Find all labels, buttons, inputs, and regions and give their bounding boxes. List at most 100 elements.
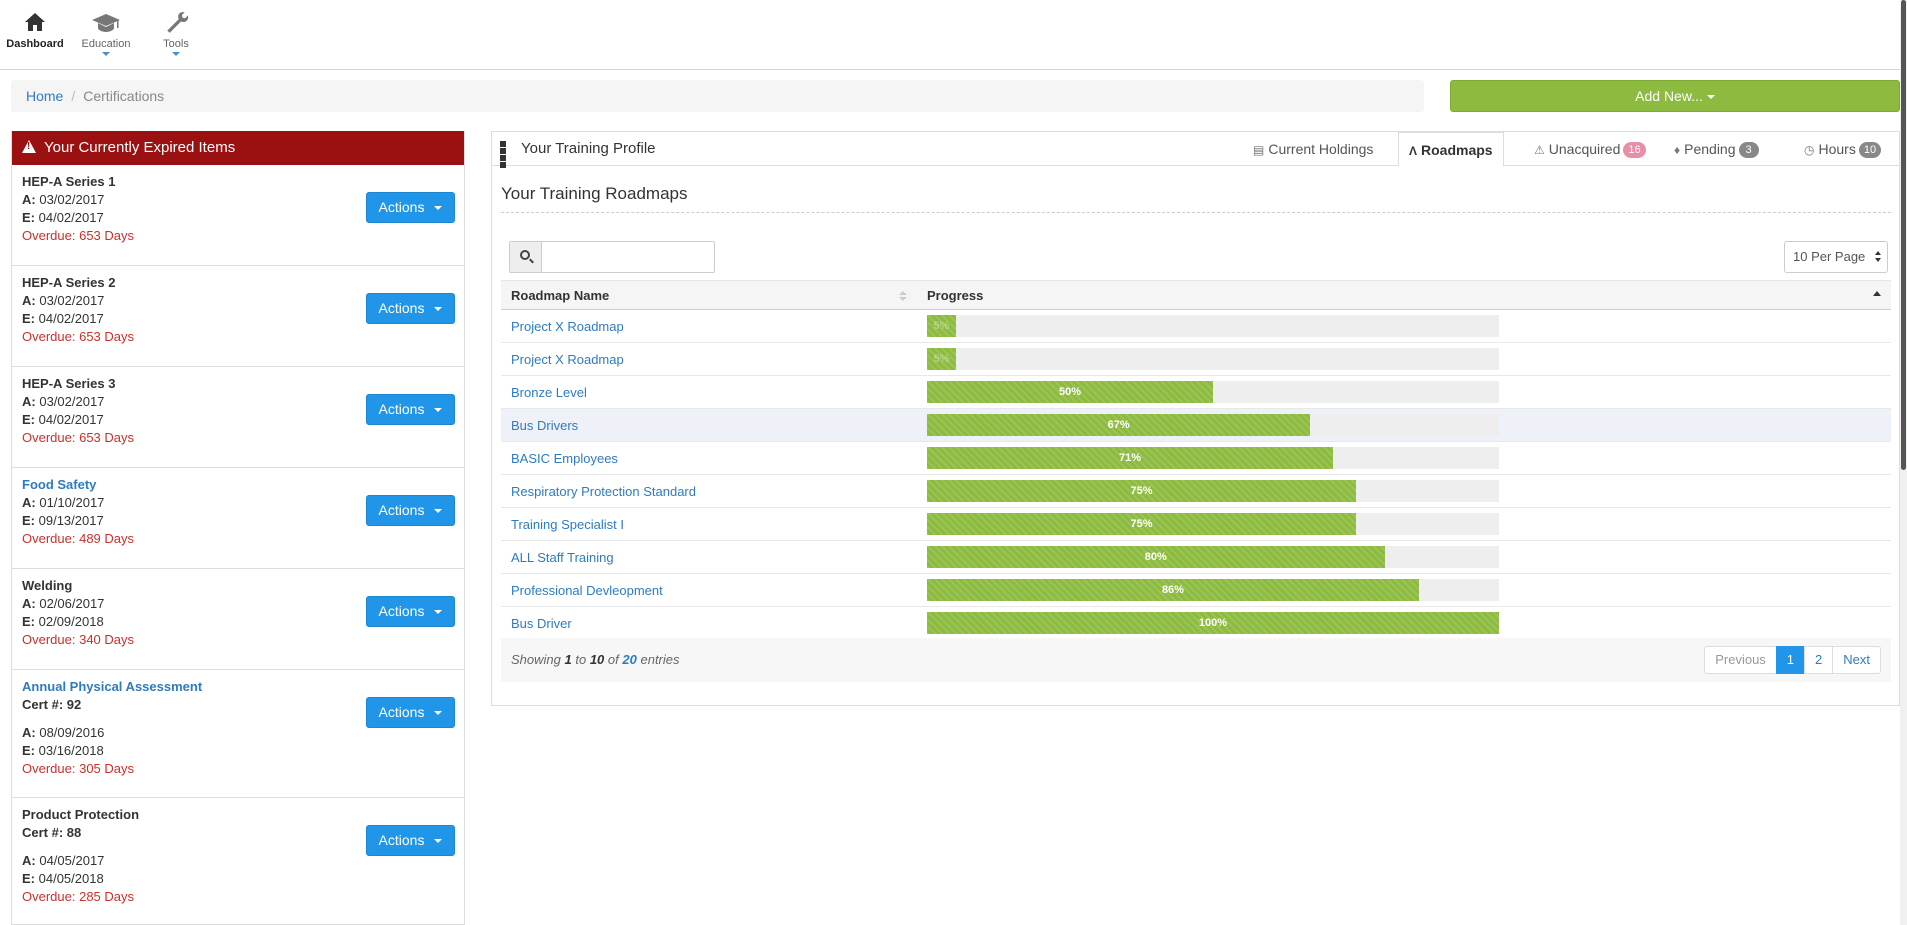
- table-row: Bronze Level 50%: [501, 375, 1891, 409]
- overdue-text: Overdue: 489 Days: [22, 531, 135, 546]
- table-row: Respiratory Protection Standard 75%: [501, 474, 1891, 508]
- overdue-text: Overdue: 653 Days: [22, 329, 135, 344]
- expires-date: 04/02/2017: [38, 311, 104, 326]
- roadmap-link[interactable]: Professional Devleopment: [511, 583, 663, 598]
- actions-button[interactable]: Actions: [366, 697, 455, 728]
- roadmap-link[interactable]: Project X Roadmap: [511, 352, 624, 367]
- roadmap-link[interactable]: Bus Drivers: [511, 418, 578, 433]
- acquired-label: A:: [22, 394, 36, 409]
- expired-item: HEP-A Series 1 A: 03/02/2017 E: 04/02/20…: [12, 165, 464, 266]
- column-header-progress[interactable]: Progress: [917, 280, 1891, 310]
- search-box: [509, 241, 715, 273]
- table-row: Bus Driver 100%: [501, 606, 1891, 640]
- expires-label: E:: [22, 210, 35, 225]
- progress-bar-fill: 80%: [927, 546, 1385, 568]
- actions-label: Actions: [378, 832, 425, 848]
- caret-down-icon: [434, 307, 443, 312]
- breadcrumb-separator: /: [71, 88, 76, 104]
- acquired-label: A:: [22, 725, 36, 740]
- roadmaps-subtitle: Your Training Roadmaps: [501, 184, 688, 203]
- table-row: ALL Staff Training 80%: [501, 540, 1891, 574]
- progress-bar-fill: 75%: [927, 513, 1356, 535]
- actions-label: Actions: [378, 704, 425, 720]
- chevron-down-icon: [102, 52, 110, 56]
- page-scrollbar[interactable]: [1900, 0, 1907, 925]
- caret-down-icon: [434, 509, 443, 514]
- roadmap-link[interactable]: Project X Roadmap: [511, 319, 624, 334]
- expired-item: Annual Physical Assessment Cert #: 92 A:…: [12, 670, 464, 798]
- breadcrumb-home-link[interactable]: Home: [26, 88, 63, 104]
- acquired-date: 04/05/2017: [39, 853, 105, 868]
- progress-bar: 75%: [927, 513, 1499, 535]
- roadmap-link[interactable]: Respiratory Protection Standard: [511, 484, 696, 499]
- column-header-roadmap-name[interactable]: Roadmap Name: [501, 280, 917, 310]
- acquired-label: A:: [22, 495, 36, 510]
- nav-education[interactable]: Education: [71, 8, 141, 56]
- acquired-label: A:: [22, 596, 36, 611]
- select-arrows-icon: [1875, 251, 1881, 265]
- progress-bar-fill: 71%: [927, 447, 1334, 469]
- per-page-select[interactable]: 10 Per Page: [1784, 241, 1888, 273]
- progress-cell: 80%: [917, 540, 1891, 574]
- expired-item-title-link[interactable]: Annual Physical Assessment: [22, 678, 454, 696]
- progress-cell: 86%: [917, 573, 1891, 607]
- actions-button[interactable]: Actions: [366, 192, 455, 223]
- tab-hours[interactable]: ◷ Hours 10: [1794, 132, 1891, 166]
- progress-bar-fill: 5%: [927, 315, 956, 337]
- overdue-text: Overdue: 305 Days: [22, 761, 135, 776]
- scrollbar-thumb[interactable]: [1901, 0, 1906, 470]
- sort-asc-icon: [1873, 291, 1881, 298]
- nav-dashboard[interactable]: Dashboard: [0, 8, 70, 50]
- pagination-page-1[interactable]: 1: [1775, 646, 1806, 674]
- roadmap-name-cell: BASIC Employees: [501, 441, 917, 475]
- table-row: Project X Roadmap 5%: [501, 342, 1891, 376]
- briefcase-icon: ▤: [1253, 143, 1265, 157]
- hours-count-badge: 10: [1858, 142, 1882, 158]
- roadmap-link[interactable]: Training Specialist I: [511, 517, 624, 532]
- expires-date: 09/13/2017: [38, 513, 104, 528]
- expired-items-panel: Your Currently Expired Items HEP-A Serie…: [11, 131, 465, 925]
- tab-pending[interactable]: ♦ Pending 3: [1664, 132, 1769, 166]
- table-row: Professional Devleopment 86%: [501, 573, 1891, 607]
- acquired-date: 08/09/2016: [39, 725, 105, 740]
- roadmap-link[interactable]: BASIC Employees: [511, 451, 618, 466]
- actions-button[interactable]: Actions: [366, 394, 455, 425]
- expires-label: E:: [22, 871, 35, 886]
- tab-roadmaps[interactable]: Λ Roadmaps: [1398, 132, 1504, 167]
- pagination: Previous 1 2 Next: [1704, 646, 1881, 674]
- expires-label: E:: [22, 614, 35, 629]
- tab-unacquired[interactable]: ⚠ Unacquired 16: [1524, 132, 1656, 166]
- roadmap-link[interactable]: Bronze Level: [511, 385, 587, 400]
- expired-item-title: HEP-A Series 1: [22, 174, 116, 189]
- home-icon: [25, 13, 45, 31]
- actions-label: Actions: [378, 603, 425, 619]
- actions-button[interactable]: Actions: [366, 495, 455, 526]
- expired-item-title-link[interactable]: Food Safety: [22, 476, 454, 494]
- warning-icon: [22, 140, 36, 153]
- grid-icon: [500, 141, 513, 168]
- roadmap-link[interactable]: Bus Driver: [511, 616, 572, 631]
- actions-button[interactable]: Actions: [366, 825, 455, 856]
- pagination-page-2[interactable]: 2: [1804, 646, 1834, 674]
- tab-current-holdings[interactable]: ▤ Current Holdings: [1243, 132, 1383, 166]
- add-new-button[interactable]: Add New...: [1450, 80, 1900, 112]
- pagination-previous[interactable]: Previous: [1704, 646, 1777, 674]
- search-input[interactable]: [543, 242, 713, 272]
- progress-bar: 71%: [927, 447, 1499, 469]
- expires-label: E:: [22, 513, 35, 528]
- pagination-next[interactable]: Next: [1832, 646, 1881, 674]
- acquired-date: 03/02/2017: [39, 394, 105, 409]
- warning-icon: ⚠: [1534, 143, 1545, 157]
- actions-button[interactable]: Actions: [366, 293, 455, 324]
- table-row: Training Specialist I 75%: [501, 507, 1891, 541]
- roadmap-link[interactable]: ALL Staff Training: [511, 550, 614, 565]
- acquired-date: 03/02/2017: [39, 192, 105, 207]
- actions-button[interactable]: Actions: [366, 596, 455, 627]
- progress-bar-fill: 75%: [927, 480, 1356, 502]
- expired-item: HEP-A Series 3 A: 03/02/2017 E: 04/02/20…: [12, 367, 464, 468]
- actions-label: Actions: [378, 502, 425, 518]
- nav-dashboard-label: Dashboard: [6, 38, 64, 50]
- progress-bar: 75%: [927, 480, 1499, 502]
- expired-items-header: Your Currently Expired Items: [12, 131, 464, 165]
- nav-tools[interactable]: Tools: [141, 8, 211, 56]
